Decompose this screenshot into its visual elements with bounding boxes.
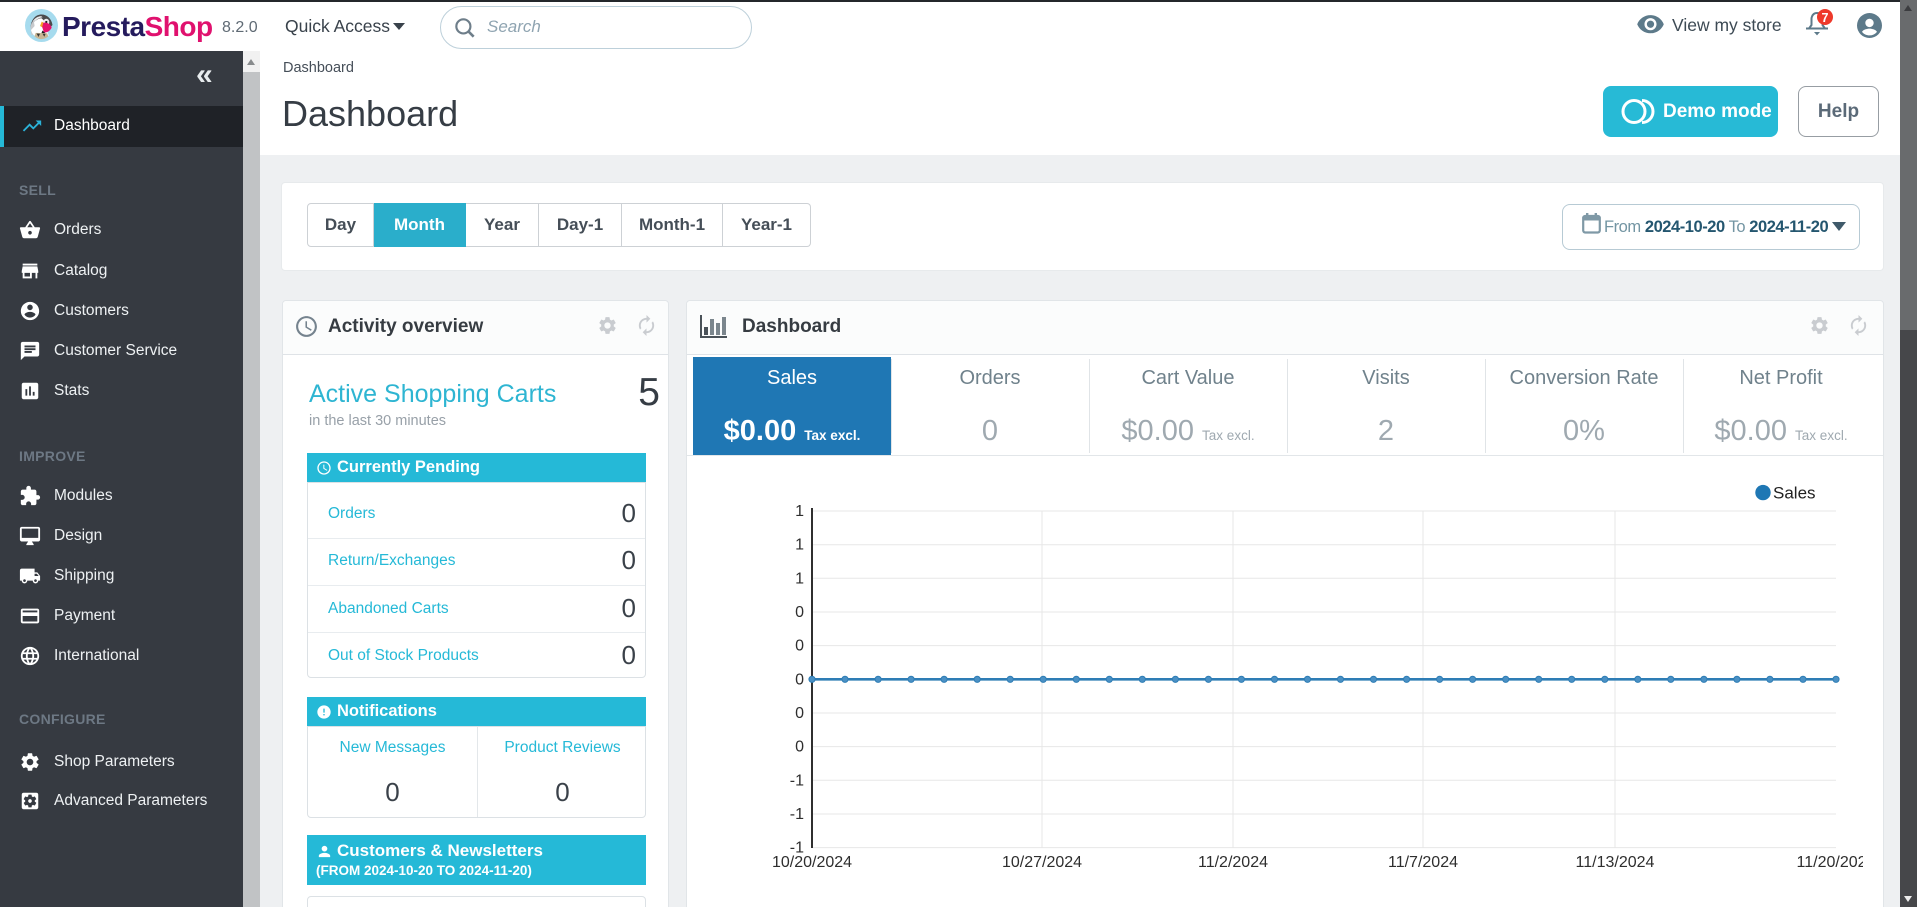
- svg-text:-1: -1: [790, 806, 804, 823]
- svg-text:0: 0: [795, 739, 804, 756]
- svg-text:1: 1: [795, 570, 804, 587]
- svg-text:11/13/2024: 11/13/2024: [1576, 854, 1655, 871]
- svg-text:10/20/2024: 10/20/2024: [772, 854, 852, 871]
- svg-text:0: 0: [795, 604, 804, 621]
- svg-text:1: 1: [795, 537, 804, 554]
- svg-text:0: 0: [795, 671, 804, 688]
- svg-text:11/20/2024: 11/20/2024: [1797, 854, 1863, 871]
- svg-text:1: 1: [795, 503, 804, 520]
- svg-text:0: 0: [795, 705, 804, 722]
- svg-text:0: 0: [795, 638, 804, 655]
- svg-text:11/2/2024: 11/2/2024: [1198, 854, 1268, 871]
- svg-text:11/7/2024: 11/7/2024: [1388, 854, 1458, 871]
- svg-text:Sales: Sales: [1773, 484, 1816, 503]
- svg-text:10/27/2024: 10/27/2024: [1002, 854, 1082, 871]
- svg-text:-1: -1: [790, 772, 804, 789]
